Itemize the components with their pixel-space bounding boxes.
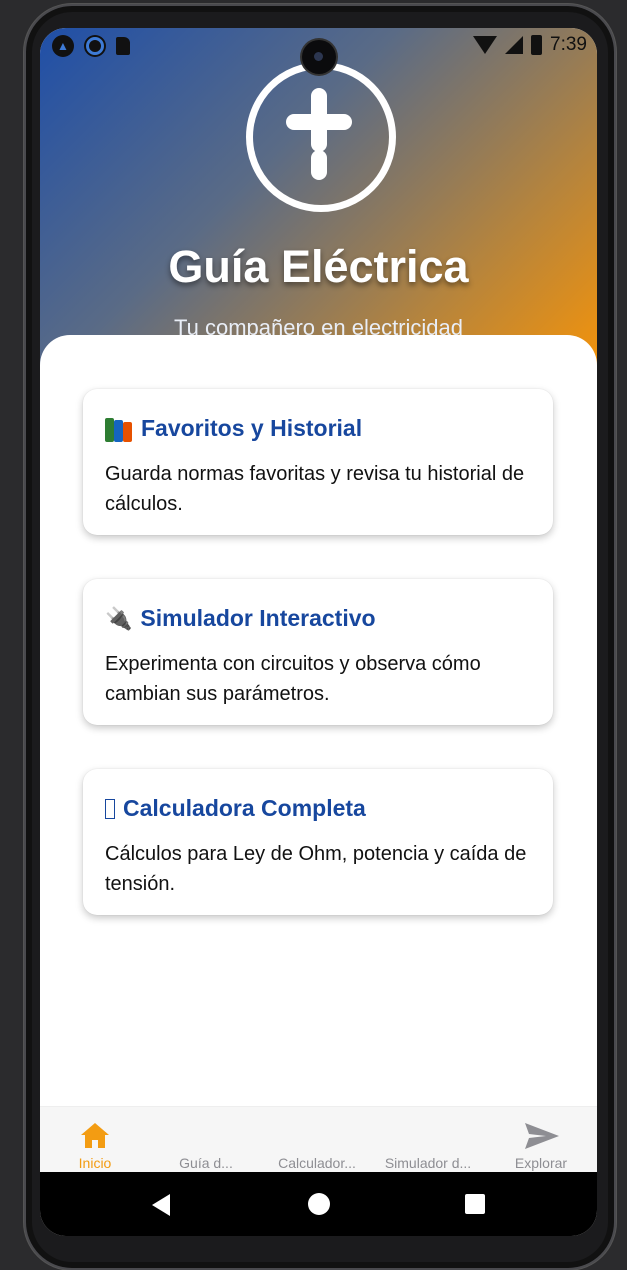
card-favoritos[interactable]: Favoritos y Historial Guarda normas favo…: [83, 389, 553, 535]
app-icon: ▲: [52, 35, 74, 57]
status-time: 7:39: [550, 34, 587, 55]
signal-icon: [505, 36, 524, 54]
header-hero: ▲ 7:39 Guía Eléctrica Tu compañero en el…: [40, 28, 597, 368]
battery-icon: [531, 35, 543, 55]
plus-bar-vertical: [311, 88, 327, 152]
bottom-tab-bar: Inicio Guía d... Calculador... Simulador…: [40, 1106, 597, 1173]
card-description: Guarda normas favoritas y revisa tu hist…: [105, 463, 525, 515]
tab-label: Explorar: [514, 1155, 568, 1171]
card-title: Simulador Interactivo: [140, 605, 376, 631]
app-title: Guía Eléctrica: [168, 241, 469, 292]
card-title: Calculadora Completa: [123, 795, 366, 821]
tab-label: Calculador...: [278, 1155, 356, 1171]
plug-icon: 🔌: [105, 605, 133, 631]
card-description: Experimenta con circuitos y observa cómo…: [105, 653, 481, 705]
missing-glyph-icon: [105, 798, 115, 819]
home-icon: [81, 1123, 109, 1148]
card-calculadora[interactable]: Calculadora Completa Cálculos para Ley d…: [83, 769, 553, 915]
home-circle-icon[interactable]: [308, 1193, 330, 1215]
logo-stem: [311, 150, 327, 180]
sync-icon: [84, 35, 106, 57]
tab-label: Simulador d...: [384, 1155, 472, 1171]
send-icon: [525, 1123, 559, 1149]
wifi-icon: [473, 36, 498, 54]
front-camera: [302, 40, 336, 74]
tab-label: Guía d...: [179, 1155, 233, 1171]
system-nav-bar: [40, 1172, 597, 1236]
back-icon[interactable]: [152, 1194, 170, 1216]
content-sheet: Favoritos y Historial Guarda normas favo…: [40, 335, 597, 1155]
tab-label: Inicio: [78, 1155, 112, 1171]
card-simulador[interactable]: 🔌 Simulador Interactivo Experimenta con …: [83, 579, 553, 725]
books-icon: [105, 416, 133, 442]
recents-icon[interactable]: [465, 1194, 485, 1214]
app-screen: ▲ 7:39 Guía Eléctrica Tu compañero en el…: [40, 28, 597, 1236]
card-title: Favoritos y Historial: [141, 415, 363, 441]
card-description: Cálculos para Ley de Ohm, potencia y caí…: [105, 843, 527, 895]
sd-card-icon: [116, 37, 130, 55]
